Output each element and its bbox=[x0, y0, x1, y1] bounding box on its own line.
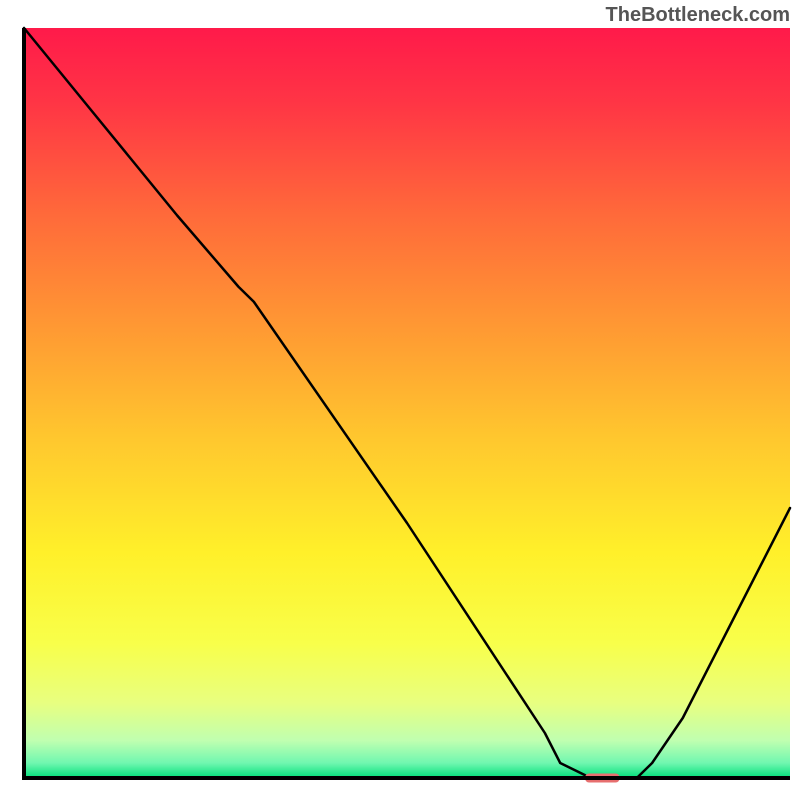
bottleneck-chart: TheBottleneck.com bbox=[0, 0, 800, 800]
watermark-text: TheBottleneck.com bbox=[606, 4, 790, 27]
chart-svg bbox=[0, 0, 800, 800]
plot-background bbox=[24, 28, 790, 778]
